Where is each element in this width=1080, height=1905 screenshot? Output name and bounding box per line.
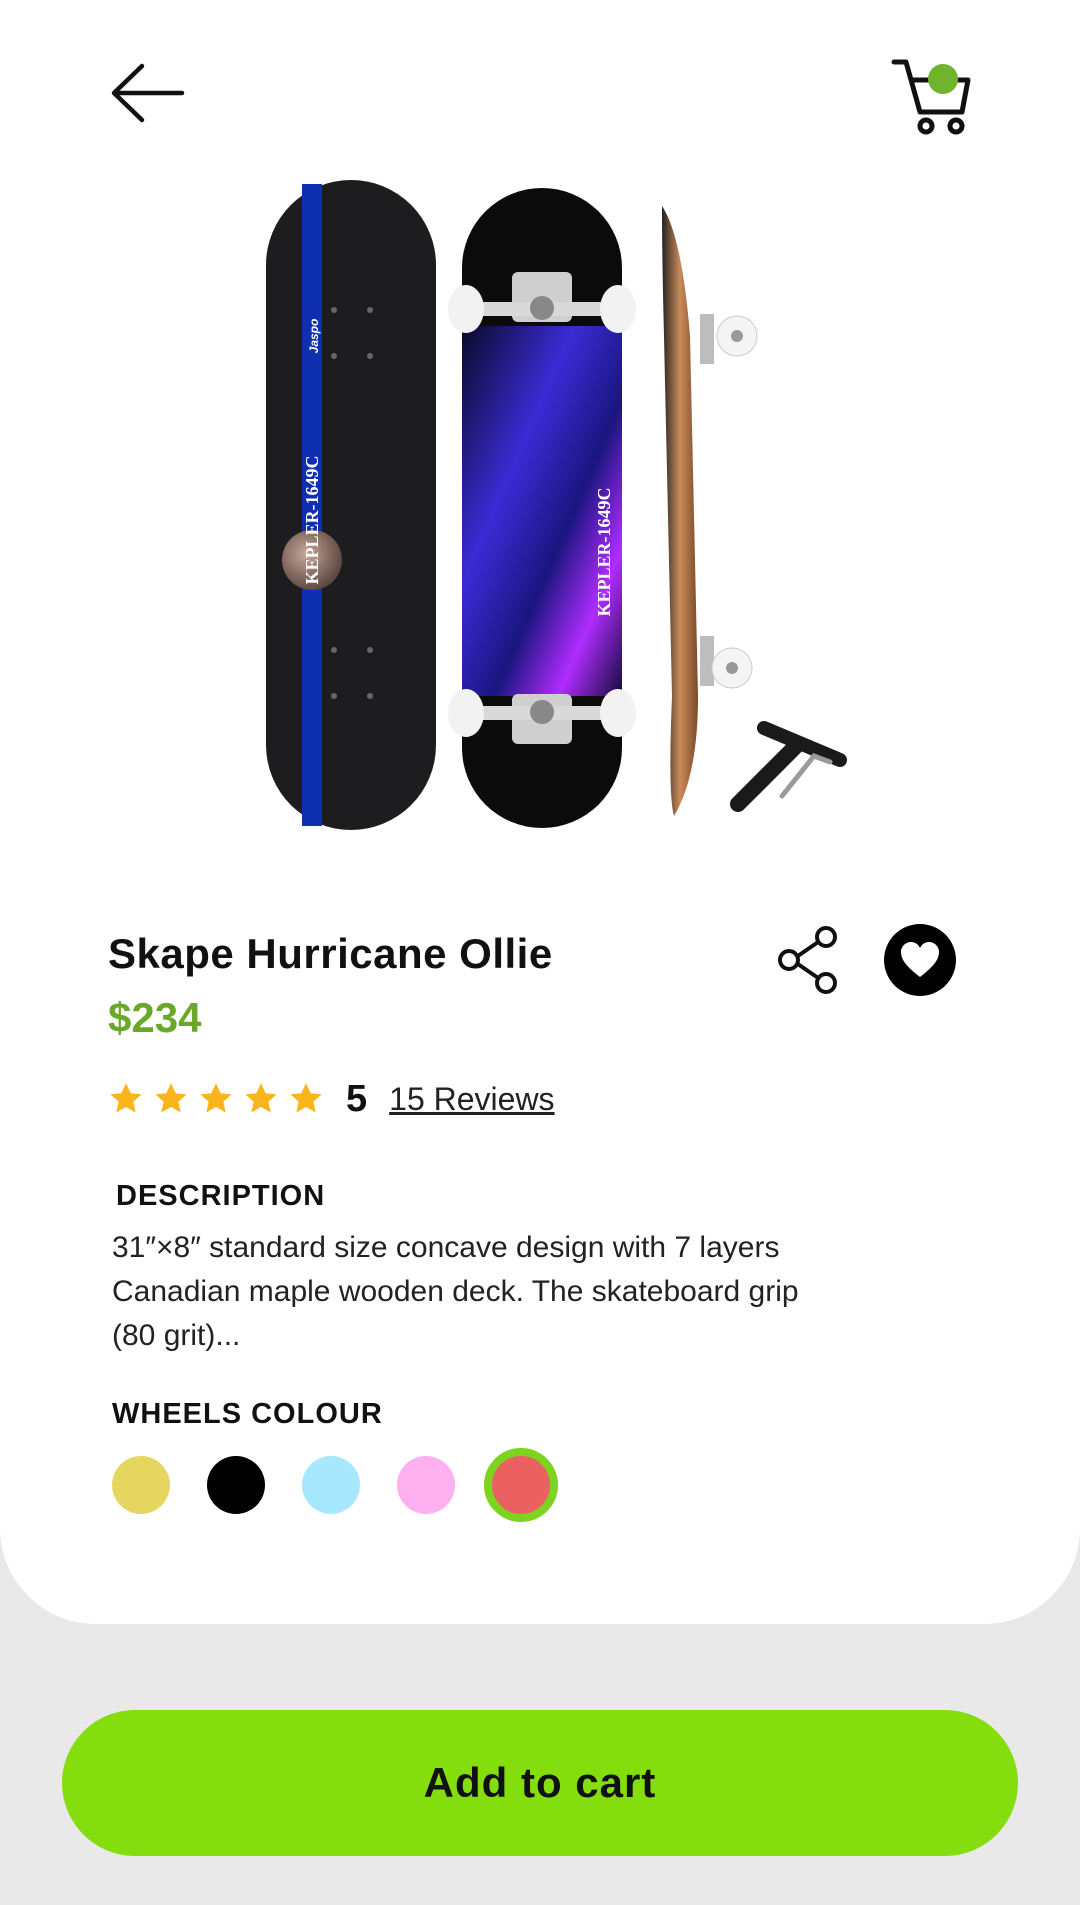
share-icon	[778, 926, 837, 994]
deck-bottom-view: KEPLER-1649C	[448, 188, 636, 828]
back-button[interactable]	[108, 58, 188, 128]
rating-stars	[108, 1081, 324, 1117]
wheel-colour-light-blue[interactable]	[302, 1456, 360, 1514]
description-heading: DESCRIPTION	[116, 1180, 326, 1212]
rating-value: 5	[346, 1077, 368, 1120]
product-price: $234	[108, 994, 202, 1041]
add-to-cart-button[interactable]: Add to cart	[62, 1710, 1018, 1856]
wheels-colour-heading: WHEELS COLOUR	[112, 1398, 383, 1430]
cart-button[interactable]	[890, 56, 976, 138]
description-text: 31″×8″ standard size concave design with…	[112, 1231, 799, 1352]
rating-row: 5 15 Reviews	[108, 1074, 555, 1124]
wheel-colour-options	[112, 1448, 558, 1522]
wheel-colour-red[interactable]	[484, 1448, 558, 1522]
brand-mark: Jaspo	[307, 319, 321, 354]
heart-icon	[901, 942, 939, 977]
deck-top-view: KEPLER-1649C Jaspo	[266, 180, 436, 830]
star-icon	[200, 1083, 232, 1113]
back-arrow-icon	[111, 63, 185, 123]
share-button[interactable]	[772, 924, 844, 996]
deck-bottom-label: KEPLER-1649C	[594, 487, 614, 616]
cart-badge	[928, 64, 958, 94]
star-icon	[290, 1083, 322, 1113]
wheel-colour-pink[interactable]	[397, 1456, 455, 1514]
wheel-colour-black[interactable]	[207, 1456, 265, 1514]
reviews-link[interactable]: 15 Reviews	[389, 1081, 554, 1118]
star-icon	[110, 1083, 142, 1113]
skate-tool	[730, 721, 847, 812]
wheel-colour-yellow[interactable]	[112, 1456, 170, 1514]
product-title: Skape Hurricane Ollie	[108, 930, 553, 977]
deck-side-view	[662, 206, 758, 816]
product-image: KEPLER-1649C Jaspo KEPLER-1649C	[266, 180, 847, 830]
product-card: KEPLER-1649C Jaspo KEPLER-1649C Skape Hu…	[0, 0, 1080, 1624]
favorite-button[interactable]	[884, 924, 956, 996]
star-icon	[155, 1083, 187, 1113]
star-icon	[245, 1083, 277, 1113]
deck-label: KEPLER-1649C	[302, 455, 322, 584]
